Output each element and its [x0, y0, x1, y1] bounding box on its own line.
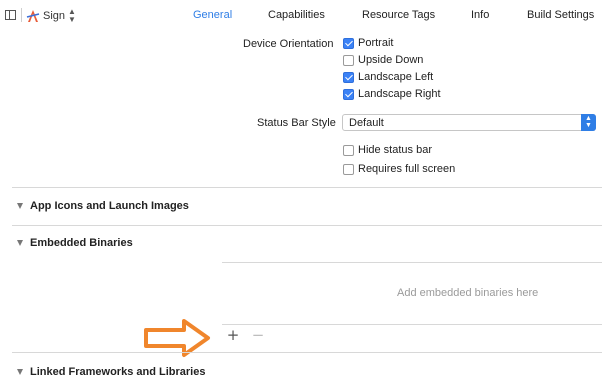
- requires-full-screen-checkbox[interactable]: Requires full screen: [343, 163, 455, 175]
- landscape-right-checkbox[interactable]: Landscape Right: [343, 88, 441, 100]
- divider: [12, 225, 602, 226]
- divider: [12, 187, 602, 188]
- hide-status-bar-label: Hide status bar: [358, 144, 432, 156]
- section-linked-frameworks[interactable]: Linked Frameworks and Libraries: [17, 366, 205, 378]
- section-embedded-binaries[interactable]: Embedded Binaries: [17, 237, 133, 249]
- disclosure-triangle-icon[interactable]: [17, 240, 23, 246]
- status-bar-style-label: Status Bar Style: [257, 117, 336, 129]
- tab-general[interactable]: General: [193, 9, 232, 21]
- status-bar-style-select[interactable]: Default ▲ ▼: [342, 114, 596, 131]
- portrait-checkbox[interactable]: Portrait: [343, 37, 393, 49]
- embedded-list-bottom-border: [222, 324, 602, 325]
- portrait-label: Portrait: [358, 37, 394, 49]
- upside-down-checkbox[interactable]: Upside Down: [343, 54, 423, 66]
- tab-resource-tags[interactable]: Resource Tags: [362, 9, 435, 21]
- section-title: Embedded Binaries: [30, 237, 133, 249]
- requires-full-screen-label: Requires full screen: [358, 163, 456, 175]
- hide-status-bar-checkbox[interactable]: Hide status bar: [343, 144, 432, 156]
- sidebar-toggle-icon[interactable]: [5, 10, 16, 20]
- checkbox-checked[interactable]: [343, 37, 354, 49]
- tab-info[interactable]: Info: [471, 9, 489, 21]
- tab-capabilities[interactable]: Capabilities: [268, 9, 325, 21]
- checkbox-checked[interactable]: [343, 71, 354, 83]
- add-button[interactable]: +: [225, 327, 241, 343]
- checkbox-unchecked[interactable]: [343, 144, 354, 156]
- embedded-list-top-border: [222, 262, 602, 263]
- app-icon: [26, 10, 40, 22]
- status-bar-style-value: Default: [349, 117, 384, 129]
- editor-tab-bar: Sign ▲ ▼ General Capabilities Resource Ta…: [0, 0, 602, 30]
- device-orientation-label: Device Orientation: [243, 38, 334, 50]
- disclosure-triangle-icon[interactable]: [17, 369, 23, 375]
- remove-button[interactable]: −: [250, 327, 266, 343]
- landscape-left-label: Landscape Left: [358, 71, 434, 83]
- chevron-updown-icon: ▲ ▼: [581, 114, 596, 131]
- section-app-icons[interactable]: App Icons and Launch Images: [17, 200, 189, 212]
- checkbox-checked[interactable]: [343, 88, 354, 100]
- tab-build-settings[interactable]: Build Settings: [527, 9, 594, 21]
- landscape-right-label: Landscape Right: [358, 88, 441, 100]
- section-title: App Icons and Launch Images: [30, 200, 189, 212]
- section-title: Linked Frameworks and Libraries: [30, 366, 206, 378]
- chevron-updown-icon: ▲ ▼: [68, 7, 76, 24]
- target-name: Sign: [43, 10, 66, 22]
- upside-down-label: Upside Down: [358, 54, 424, 66]
- checkbox-unchecked[interactable]: [343, 54, 354, 66]
- landscape-left-checkbox[interactable]: Landscape Left: [343, 71, 433, 83]
- divider: [21, 8, 22, 22]
- checkbox-unchecked[interactable]: [343, 163, 354, 175]
- disclosure-triangle-icon[interactable]: [17, 203, 23, 209]
- target-selector[interactable]: Sign ▲ ▼: [26, 8, 76, 24]
- divider: [12, 352, 602, 353]
- embedded-binaries-placeholder: Add embedded binaries here: [397, 287, 539, 299]
